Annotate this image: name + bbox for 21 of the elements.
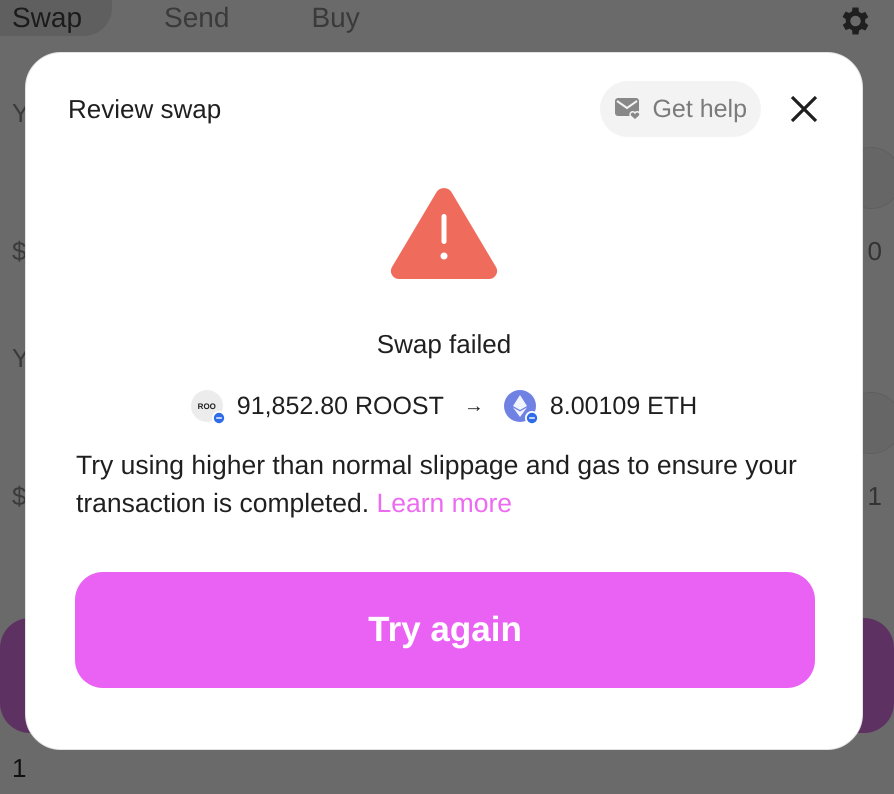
try-again-button[interactable]: Try again (75, 572, 815, 688)
footer-text: 1 (12, 755, 26, 781)
diamond-icon (512, 395, 527, 417)
warning-icon (390, 187, 498, 279)
to-amount: 8.00109 ETH (550, 392, 698, 420)
from-amount: 91,852.80 ROOST (236, 392, 444, 420)
mail-heart-icon (614, 97, 642, 121)
usd-value: $ (12, 238, 26, 264)
learn-more-link[interactable]: Learn more (376, 488, 512, 518)
token-icon: ROO (190, 390, 223, 422)
network-badge-icon (212, 411, 226, 425)
get-help-button[interactable]: Get help (600, 81, 761, 137)
arrow-text: → (464, 394, 484, 418)
usd-value: $ (12, 482, 26, 508)
dialog-title: Review swap (68, 94, 222, 124)
balance-value: 0 (868, 238, 882, 264)
error-message: Try using higher than normal slippage and gas to ensure your transaction is completed. Learn more (76, 449, 798, 520)
network-badge-icon (524, 411, 539, 425)
status-text: Swap failed (376, 329, 512, 360)
close-icon[interactable] (789, 94, 819, 124)
tab[interactable]: Swap (0, 0, 112, 36)
